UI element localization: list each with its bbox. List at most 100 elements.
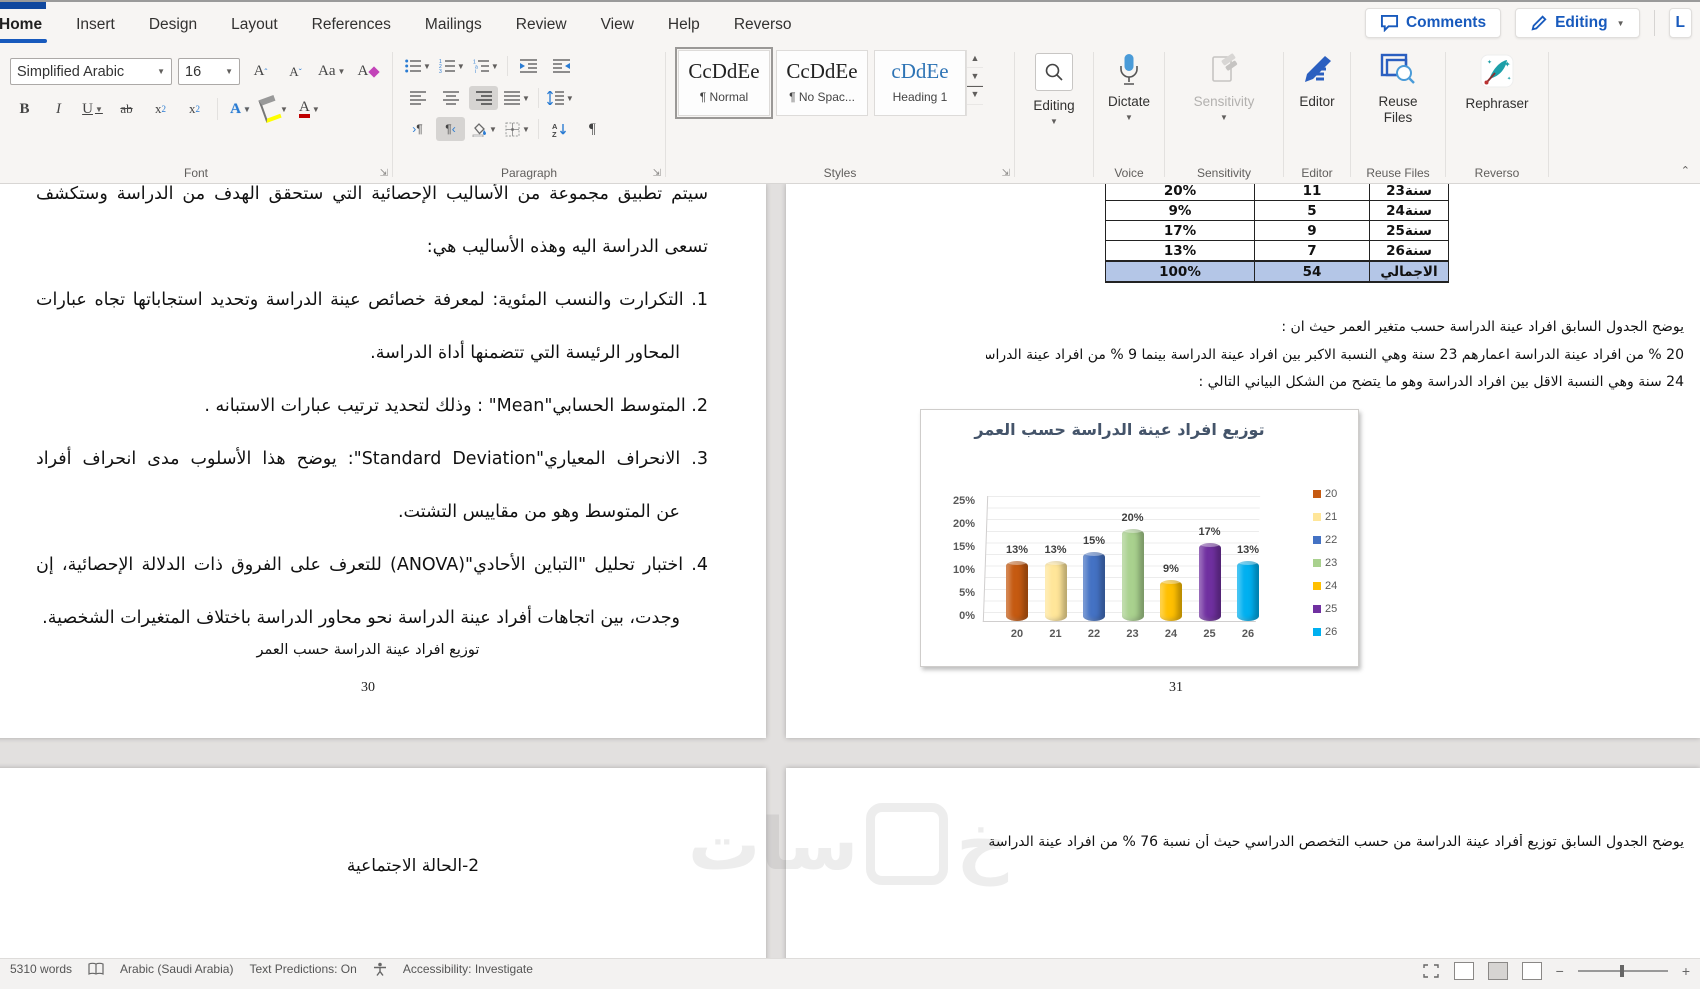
- age-distribution-table[interactable]: سنة23 11 20% سنة24 5 9% سنة25 9 17% سنة26 7 13% الاج…: [1105, 184, 1449, 283]
- tab-home[interactable]: Home: [0, 7, 59, 43]
- line-spacing-button[interactable]: ▼: [545, 86, 576, 110]
- zoom-slider[interactable]: [1577, 965, 1668, 977]
- superscript-button[interactable]: x2: [180, 97, 209, 121]
- document-line: 20 % من افراد عينة الدراسة اعمارهم 23 سن…: [986, 346, 1684, 363]
- print-layout-button[interactable]: [1487, 962, 1508, 980]
- bullets-button[interactable]: ▼: [403, 54, 433, 78]
- chart-legend-item[interactable]: 26: [1313, 626, 1337, 638]
- chart-legend-item[interactable]: 24: [1313, 580, 1337, 592]
- font-name-select[interactable]: Simplified Arabic ▼: [10, 58, 172, 85]
- font-size-select[interactable]: 16 ▼: [178, 58, 240, 85]
- document-line: المحاور الرئيسة التي تتضمنها أداة الدراس…: [370, 343, 680, 363]
- web-layout-button[interactable]: [1521, 962, 1542, 980]
- dictate-button[interactable]: Dictate ▼: [1094, 44, 1164, 183]
- text-effects-button[interactable]: A ▼: [226, 97, 255, 121]
- chart-legend-item[interactable]: 25: [1313, 603, 1337, 615]
- tab-view[interactable]: View: [584, 7, 651, 43]
- underline-button[interactable]: U ▼: [78, 97, 107, 121]
- focus-icon[interactable]: [1422, 963, 1440, 979]
- change-case-button[interactable]: Aa ▼: [316, 60, 347, 84]
- decrease-indent-button[interactable]: [514, 54, 543, 78]
- chart-bar-22[interactable]: [1083, 549, 1105, 621]
- gallery-up-icon[interactable]: ▲: [967, 50, 983, 68]
- increase-indent-button[interactable]: [547, 54, 576, 78]
- gallery-expand-icon[interactable]: ▼: [967, 86, 983, 105]
- page-31[interactable]: سنة23 11 20% سنة24 5 9% سنة25 9 17% سنة26 7 13% الاج…: [786, 184, 1700, 738]
- ltr-direction-button[interactable]: › ¶: [403, 117, 432, 141]
- page-33[interactable]: يوضح الجدول السابق توزيع أفراد عينة الدر…: [786, 768, 1700, 970]
- rephraser-button[interactable]: ✦ ✦ ✦ Rephraser: [1446, 44, 1548, 183]
- sensitivity-button[interactable]: Sensitivity ▼: [1165, 44, 1283, 183]
- shading-button[interactable]: ▼: [469, 117, 499, 141]
- chart-bar-26[interactable]: [1237, 558, 1259, 621]
- zoom-slider-handle[interactable]: [1619, 965, 1624, 977]
- tab-references[interactable]: References: [295, 7, 408, 43]
- comments-button[interactable]: Comments: [1364, 8, 1502, 38]
- text-predictions-status[interactable]: Text Predictions: On: [249, 962, 356, 976]
- font-color-button[interactable]: A ▼: [295, 97, 324, 121]
- tab-review[interactable]: Review: [499, 7, 584, 43]
- tab-layout[interactable]: Layout: [214, 7, 295, 43]
- cut-off-button[interactable]: L: [1668, 8, 1692, 38]
- sort-button[interactable]: AZ: [545, 117, 574, 141]
- chart-bar-24[interactable]: [1160, 577, 1182, 621]
- styles-dialog-launcher[interactable]: ⇲: [1002, 168, 1010, 179]
- clear-formatting-button[interactable]: A: [353, 60, 382, 84]
- language-status[interactable]: Arabic (Saudi Arabia): [120, 962, 233, 976]
- style-card-1[interactable]: CcDdEe ¶ No Spac...: [776, 50, 868, 116]
- paragraph-dialog-launcher[interactable]: ⇲: [653, 168, 661, 179]
- align-left-button[interactable]: [403, 86, 432, 110]
- editing-menu-button[interactable]: Editing ▼: [1015, 44, 1093, 183]
- page-number-30: 30: [361, 680, 375, 695]
- gallery-down-icon[interactable]: ▼: [967, 68, 983, 86]
- editor-button[interactable]: Editor: [1284, 44, 1350, 183]
- chart-bar-23[interactable]: [1121, 526, 1144, 621]
- tab-reverso[interactable]: Reverso: [717, 7, 809, 43]
- accessibility-status[interactable]: Accessibility: Investigate: [403, 962, 533, 976]
- show-marks-button[interactable]: ¶: [578, 117, 607, 141]
- style-card-0[interactable]: CcDdEe ¶ Normal: [675, 47, 773, 119]
- bold-button[interactable]: B: [10, 97, 39, 121]
- page-32[interactable]: 2-الحالة الاجتماعية: [0, 768, 766, 970]
- chart-ytick: 25%: [952, 495, 975, 507]
- collapse-ribbon-icon[interactable]: ⌃: [1681, 164, 1690, 177]
- strikethrough-button[interactable]: ab: [112, 97, 141, 121]
- rtl-direction-button[interactable]: ¶ ‹: [436, 117, 465, 141]
- multilevel-list-button[interactable]: 1 a i ▼: [471, 54, 501, 78]
- italic-button[interactable]: I: [44, 97, 73, 121]
- chart-legend-item[interactable]: 20: [1313, 488, 1337, 500]
- numbering-button[interactable]: 1 2 3 ▼: [437, 54, 467, 78]
- tab-design[interactable]: Design: [132, 7, 214, 43]
- chart-legend-item[interactable]: 22: [1313, 534, 1337, 546]
- reuse-files-button[interactable]: Reuse Files: [1351, 44, 1445, 183]
- highlight-color-button[interactable]: ▼: [258, 94, 290, 124]
- document-line: 2. المتوسط الحسابي"Mean" : وذلك لتحديد ت…: [204, 396, 708, 416]
- editing-mode-button[interactable]: Editing ▼: [1515, 8, 1640, 38]
- tab-insert[interactable]: Insert: [59, 7, 132, 43]
- chart-bar-21[interactable]: [1044, 558, 1067, 621]
- align-center-button[interactable]: [436, 86, 465, 110]
- proofing-book-icon[interactable]: [88, 962, 104, 976]
- grow-font-button[interactable]: Aˆ: [246, 60, 275, 84]
- page-30[interactable]: سيتم تطبيق مجموعة من الأساليب الإحصائية …: [0, 184, 766, 738]
- tab-mailings[interactable]: Mailings: [408, 7, 499, 43]
- word-count[interactable]: 5310 words: [10, 962, 72, 976]
- read-mode-button[interactable]: [1453, 962, 1474, 980]
- chart-bar-20[interactable]: [1006, 558, 1028, 621]
- justify-button[interactable]: ▼: [502, 86, 532, 110]
- chevron-down-icon: ▼: [157, 67, 165, 76]
- chart-bar-25[interactable]: [1198, 540, 1221, 621]
- align-right-button[interactable]: [469, 86, 498, 110]
- age-distribution-chart[interactable]: توزيع افراد عينة الدراسة حسب العمر 0% 5% 1…: [920, 409, 1359, 667]
- zoom-out-icon[interactable]: −: [1556, 963, 1564, 979]
- chart-legend-item[interactable]: 23: [1313, 557, 1337, 569]
- tab-help[interactable]: Help: [651, 7, 717, 43]
- borders-button[interactable]: ▼: [503, 117, 532, 141]
- subscript-button[interactable]: x2: [146, 97, 175, 121]
- highlighter-icon: [258, 94, 282, 124]
- zoom-in-icon[interactable]: +: [1682, 963, 1690, 979]
- font-dialog-launcher[interactable]: ⇲: [380, 168, 388, 179]
- style-card-2[interactable]: cDdEe Heading 1: [874, 50, 966, 116]
- shrink-font-button[interactable]: Aˇ: [281, 60, 310, 84]
- chart-legend-item[interactable]: 21: [1313, 511, 1337, 523]
